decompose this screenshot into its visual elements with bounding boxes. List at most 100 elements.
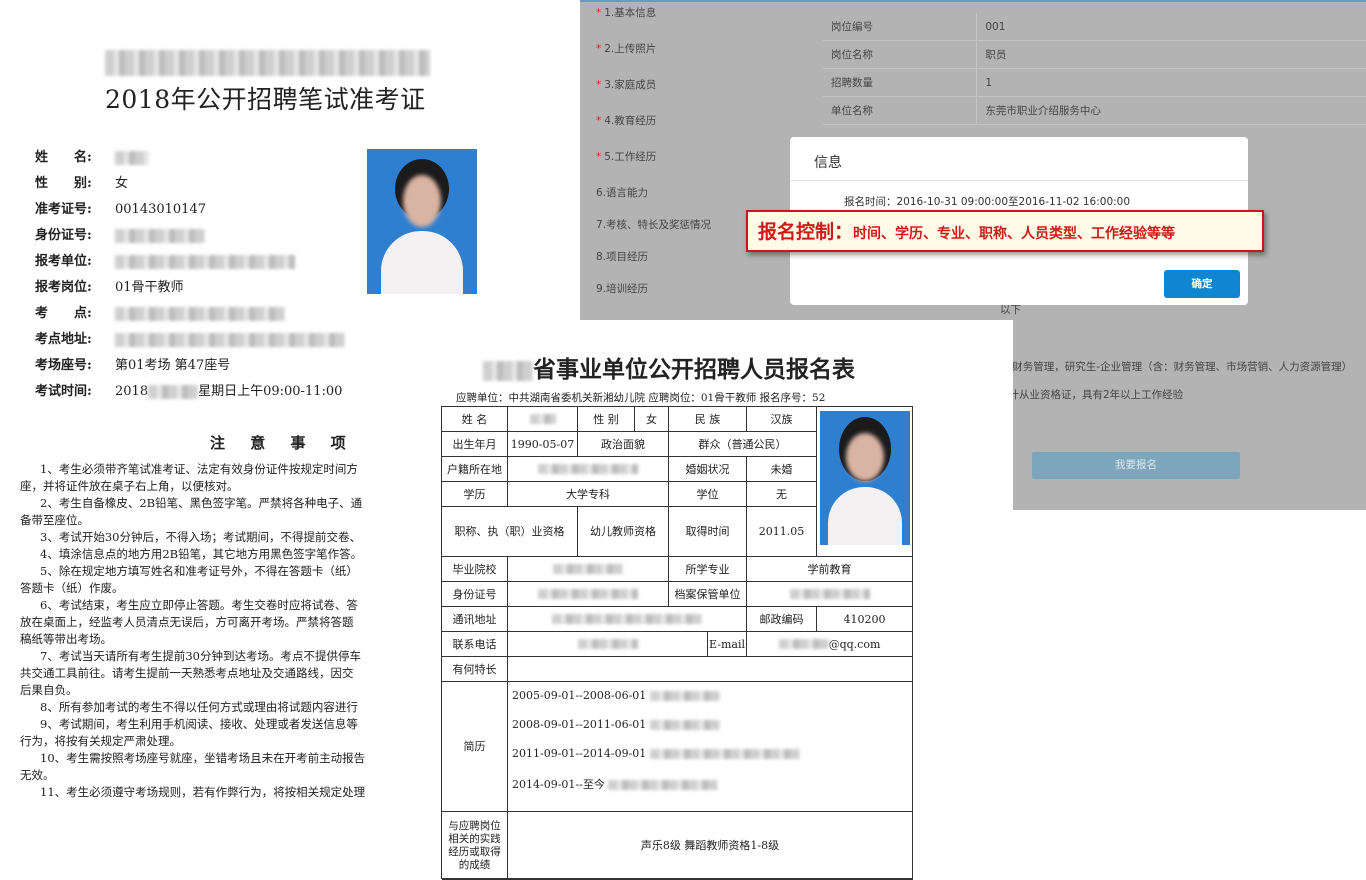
ticket-field-seat: 考场座号: 第01考场 第47座号 (35, 358, 231, 373)
form-table: 姓 名 性 别 女 民 族 汉族 出生年月 1990-05-07 政治面貌 群众… (441, 406, 913, 880)
callout-detail: 时间、学历、专业、职称、人员类型、工作经验等等 (853, 226, 1176, 242)
shirt-shape (828, 487, 902, 545)
registration-control-callout: 报名控制：时间、学历、专业、职称、人员类型、工作经验等等 (746, 210, 1264, 252)
menu-item-projects[interactable]: 8.项目经历 (596, 249, 648, 264)
cell-value: 无 (747, 482, 817, 507)
cell-label: 毕业院校 (442, 557, 508, 582)
required-star-icon: * (596, 151, 602, 163)
ticket-field-exam-time: 考试时间: 2018 星期日上午09:00-11:00 (35, 384, 343, 399)
table-row: 单位名称 东莞市职业介绍服务中心 (823, 96, 1366, 125)
menu-item-basic-info[interactable]: * 1.基本信息 (596, 5, 656, 20)
cell-label: 与应聘岗位相关的实践经历或取得的成绩 (442, 812, 508, 880)
menu-item-work[interactable]: * 5.工作经历 (596, 149, 656, 164)
required-star-icon: * (596, 7, 602, 19)
notice-line: 答题卡（纸）作废。 (20, 581, 124, 595)
notice-line: 无效。 (20, 768, 55, 782)
cell-label: 有何特长 (442, 657, 508, 682)
notice-line: 行为，将按有关规定严肃处理。 (20, 734, 181, 748)
resume-entry: 2014-09-01--至今 (512, 776, 719, 792)
notice-line: 7、考试当天请所有考生提前30分钟到达考场。考点不提供停车 (40, 649, 361, 663)
notice-line: 座，并将证件放在桌子右上角，以便核对。 (20, 479, 239, 493)
shirt-shape (381, 231, 463, 294)
cell-label: 简历 (442, 682, 508, 812)
menu-item-training[interactable]: 9.培训经历 (596, 281, 648, 296)
cell-label: 通讯地址 (442, 607, 508, 632)
redacted-value (538, 589, 638, 599)
redacted-value (553, 564, 623, 574)
notice-line: 2、考生自备橡皮、2B铅笔、黑色签字笔。严禁将各种电子、通 (40, 496, 363, 510)
cell-value (508, 657, 913, 682)
table-row: 岗位名称 职员 (823, 40, 1366, 69)
ticket-field-gender: 性 别: 女 (35, 176, 129, 191)
cell-value (508, 557, 669, 582)
ticket-field-site-address: 考点地址: (35, 330, 345, 350)
notice-title: 注 意 事 项 (210, 434, 356, 452)
position-info-table: 岗位编号 001 岗位名称 职员 招聘数量 1 单位名称 东莞市职业介绍服务中心 (823, 13, 1366, 125)
registration-time: 报名时间：2016-10-31 09:00:00至2016-11-02 16:0… (844, 196, 1131, 208)
cell-value: 学前教育 (747, 557, 913, 582)
redacted-value (115, 150, 149, 165)
cell-label: 取得时间 (669, 507, 747, 557)
menu-item-education[interactable]: * 4.教育经历 (596, 113, 656, 128)
redacted-province (483, 361, 533, 381)
face-shape (846, 433, 884, 481)
dialog-title: 信息 (814, 155, 842, 171)
menu-item-assessment[interactable]: 7.考核、特长及奖惩情况 (596, 217, 711, 232)
ticket-field-name: 姓 名: (35, 148, 149, 168)
cell-value: 幼儿教师资格 (578, 507, 669, 557)
menu-item-photo[interactable]: * 2.上传照片 (596, 41, 656, 56)
resume-entry: 2011-09-01--2014-09-01 (512, 747, 800, 760)
cell-value: 1990-05-07 (508, 432, 578, 457)
cell-value: 女 (635, 407, 669, 432)
cell-value (747, 582, 913, 607)
menu-item-family[interactable]: * 3.家庭成员 (596, 77, 656, 92)
cell-value (508, 582, 669, 607)
table-row: 招聘数量 1 (823, 68, 1366, 97)
cell-label: 政治面貌 (578, 432, 669, 457)
redacted-value (552, 614, 702, 624)
required-star-icon: * (596, 115, 602, 127)
registration-form: 省事业单位公开招聘人员报名表 应聘单位：中共湖南省委机关新湘幼儿院 应聘岗位：0… (378, 320, 1013, 880)
cell-label: 户籍所在地 (442, 457, 508, 482)
cell-value (508, 407, 578, 432)
ticket-title: 2018年公开招聘笔试准考证 (105, 85, 426, 114)
applicant-photo (367, 149, 477, 294)
table-row: 岗位编号 001 (823, 13, 1366, 41)
notice-line: 4、填涂信息点的地方用2B铅笔，其它地方用黑色签字笔作答。 (40, 547, 363, 561)
cell-label: 职称、执（职）业资格 (442, 507, 578, 557)
redacted-value (649, 691, 720, 701)
resume-entry: 2005-09-01--2008-06-01 (512, 689, 720, 702)
notice-list: 1、考生必须带齐笔试准考证、法定有效身份证件按规定时间方 座，并将证件放在桌子右… (20, 461, 375, 801)
cell-label: 性 别 (578, 407, 635, 432)
cell-value: 大学专科 (508, 482, 669, 507)
requirement-text: 会计从业资格证，具有2年以上工作经验 (998, 389, 1184, 401)
ticket-field-unit: 报考单位: (35, 252, 295, 272)
apply-button[interactable]: 我要报名 (1032, 452, 1240, 479)
cell-label: E-mail (708, 632, 747, 657)
redacted-value (115, 228, 205, 243)
cell-value: @qq.com (747, 632, 913, 657)
notice-line: 放在桌面上，经监考人员清点无误后，方可离开考场。严禁将答题 (20, 615, 354, 629)
notice-line: 备带至座位。 (20, 513, 89, 527)
cell-value (508, 632, 708, 657)
form-subtitle: 应聘单位：中共湖南省委机关新湘幼儿院 应聘岗位：01骨干教师 报名序号：52 (456, 392, 826, 404)
cell-label: 学历 (442, 482, 508, 507)
redacted-value (778, 639, 829, 649)
form-title: 省事业单位公开招聘人员报名表 (483, 350, 923, 384)
notice-line: 3、考试开始30分钟后，不得入场；考试期间，不得提前交卷、 (40, 530, 361, 544)
redacted-exam-org (105, 50, 430, 76)
step-menu: * 1.基本信息 * 2.上传照片 * 3.家庭成员 * 4.教育经历 * 5.工作经历 … (580, 0, 790, 310)
cell-value: 汉族 (747, 407, 817, 432)
cell-label: 身份证号 (442, 582, 508, 607)
ticket-field-post: 报考岗位: 01骨干教师 (35, 280, 184, 295)
required-star-icon: * (596, 43, 602, 55)
notice-line: 后果自负。 (20, 683, 78, 697)
cell-label: 出生年月 (442, 432, 508, 457)
confirm-button[interactable]: 确定 (1164, 270, 1240, 298)
cell-value (508, 457, 669, 482)
ticket-field-id-no: 身份证号: (35, 226, 205, 246)
menu-item-language[interactable]: 6.语言能力 (596, 185, 648, 200)
redacted-value (115, 254, 295, 269)
face-shape (403, 175, 441, 227)
cell-label: 婚姻状况 (669, 457, 747, 482)
